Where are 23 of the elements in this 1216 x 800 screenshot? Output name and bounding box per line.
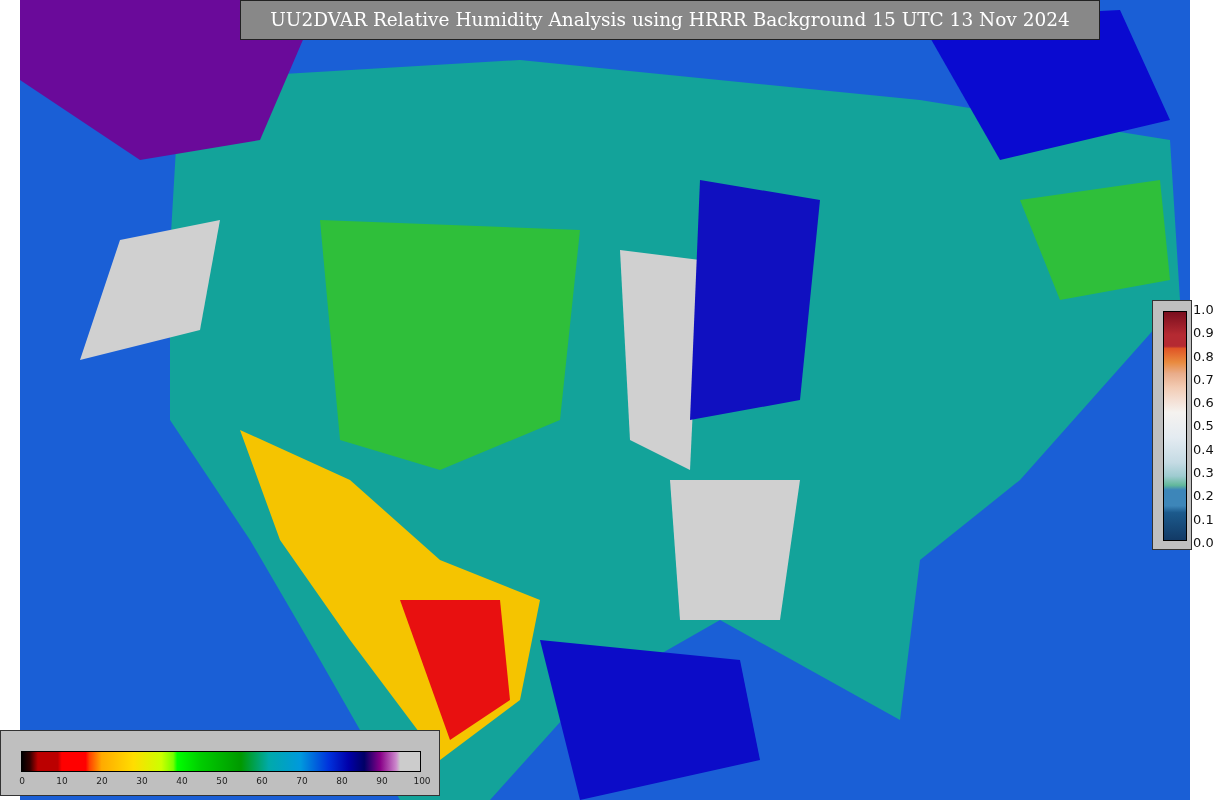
- tick-label: 0: [19, 777, 25, 786]
- chart-title: UU2DVAR Relative Humidity Analysis using HRRR Background 15 UTC 13 Nov 2024: [240, 0, 1100, 40]
- tick-label: 10: [56, 777, 68, 786]
- tick-label: 50: [216, 777, 228, 786]
- tick-label: 0.9: [1193, 326, 1214, 340]
- tick-label: 80: [336, 777, 348, 786]
- tick-label: 0.0: [1193, 535, 1214, 549]
- tick-label: 30: [136, 777, 148, 786]
- tick-label: 20: [96, 777, 108, 786]
- tick-label: 70: [296, 777, 308, 786]
- tick-label: 0.3: [1193, 466, 1214, 480]
- tick-label: 60: [256, 777, 268, 786]
- tick-label: 0.8: [1193, 349, 1214, 363]
- tick-label: 40: [176, 777, 188, 786]
- tick-label: 90: [376, 777, 388, 786]
- tick-label: 0.6: [1193, 396, 1214, 410]
- tick-label: 1.0: [1193, 303, 1214, 316]
- tick-label: 0.4: [1193, 442, 1214, 456]
- tick-label: 100: [413, 777, 431, 786]
- tick-label: 0.2: [1193, 489, 1214, 503]
- tick-label: 0.5: [1193, 419, 1214, 433]
- tick-label: 0.1: [1193, 512, 1214, 526]
- tick-label: 0.7: [1193, 372, 1214, 386]
